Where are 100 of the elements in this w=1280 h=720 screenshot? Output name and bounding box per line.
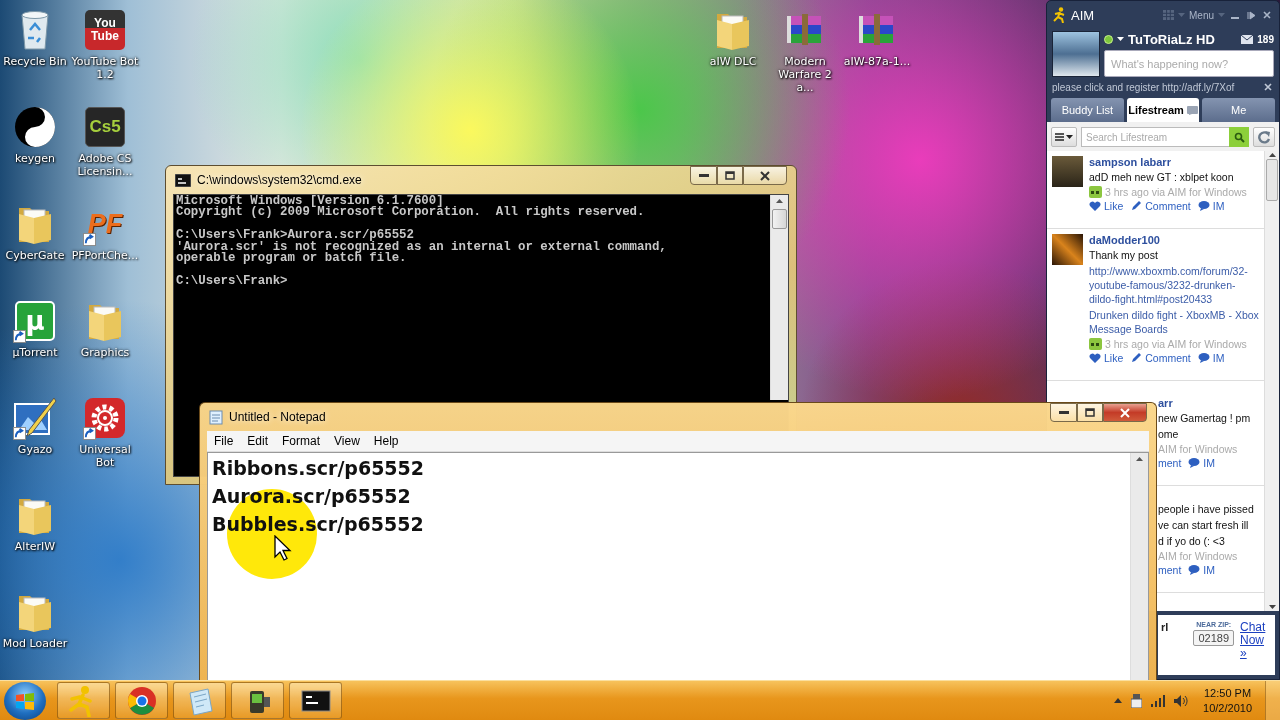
- close-icon: [1263, 11, 1271, 19]
- post-link[interactable]: Drunken dildo fight - XboxMB - Xbox Message Boards: [1089, 308, 1259, 336]
- scrollbar[interactable]: [1130, 453, 1148, 680]
- close-button[interactable]: [1103, 403, 1147, 422]
- heart-icon: [1089, 352, 1101, 364]
- close-button[interactable]: [1261, 9, 1273, 21]
- author-name[interactable]: daModder100: [1089, 234, 1259, 246]
- icon-label: Adobe CS Licensin...: [76, 152, 134, 179]
- link-text: Like: [1104, 352, 1124, 364]
- console-line: operable program or batch file.: [176, 253, 408, 265]
- post-text: adD meh new GT : xblpet koon: [1089, 170, 1235, 184]
- minimize-icon: [1231, 17, 1239, 19]
- post-text: ome: [1158, 427, 1180, 441]
- caret-icon: [1178, 13, 1185, 17]
- search-field[interactable]: Search Lifestream: [1081, 127, 1229, 147]
- app-badge-icon: [1089, 338, 1102, 350]
- action-link[interactable]: ment: [1158, 564, 1182, 576]
- menu-item[interactable]: Format: [275, 434, 328, 448]
- close-button[interactable]: [743, 166, 787, 185]
- windows-flag-icon: [15, 691, 35, 710]
- pencil-icon: [1130, 200, 1143, 212]
- heart-link[interactable]: Like: [1089, 352, 1124, 364]
- menu-item[interactable]: Edit: [240, 434, 276, 448]
- tab[interactable]: Lifestream: [1126, 98, 1200, 122]
- chat-icon: [1186, 105, 1198, 115]
- status-field[interactable]: What's happening now?: [1104, 50, 1274, 77]
- scrollbar[interactable]: [1264, 151, 1279, 611]
- close-icon: [760, 170, 770, 181]
- icon-label: Universal Bot: [78, 443, 132, 470]
- app-logo-icon: µ: [15, 301, 55, 341]
- post-text: new Gamertag ! pm: [1158, 411, 1252, 425]
- menu-item[interactable]: File: [207, 434, 241, 448]
- show-desktop-button[interactable]: [1265, 680, 1280, 720]
- dismiss-button[interactable]: [1262, 81, 1274, 93]
- speech-bubble-link[interactable]: IM: [1197, 200, 1225, 212]
- author-name[interactable]: arr: [1158, 397, 1259, 409]
- pencil-link[interactable]: Comment: [1130, 200, 1191, 212]
- icon-label: keygen: [15, 152, 55, 166]
- post-meta: 3 hrs ago via AIM for Windows: [1105, 338, 1247, 350]
- clock-date: 10/2/2010: [1203, 700, 1252, 716]
- minimize-button[interactable]: [1050, 403, 1077, 422]
- mouse-pointer-icon: [274, 535, 292, 561]
- heart-link[interactable]: Like: [1089, 200, 1124, 212]
- speech-bubble-link[interactable]: IM: [1197, 352, 1225, 364]
- post-text: people i have pissed: [1158, 502, 1255, 516]
- envelope-icon: [1241, 34, 1254, 44]
- maximize-button[interactable]: [717, 166, 743, 185]
- menu-item[interactable]: Help: [366, 434, 406, 448]
- console-line: C:\Users\Frank>Aurora.scr/p65552: [176, 230, 415, 242]
- icon-label: PFPortChe...: [71, 249, 139, 263]
- icon-label: Graphics: [80, 346, 130, 360]
- post-link[interactable]: http://www.xboxmb.com/forum/32-youtube-famous/3232-drunken-dildo-fight.html#post20433: [1089, 264, 1259, 306]
- zip-field[interactable]: 02189: [1193, 630, 1234, 646]
- minimize-icon: [698, 174, 709, 177]
- device-icon: [1131, 693, 1143, 708]
- minimize-button[interactable]: [690, 166, 717, 185]
- console-line: C:\Users\Frank>: [176, 275, 289, 288]
- icon-label: aIW-87a-1...: [843, 55, 911, 69]
- taskbar-button[interactable]: [231, 682, 284, 719]
- notepad-icon: [209, 409, 223, 425]
- gear-icon: [83, 396, 127, 440]
- menu-button[interactable]: Menu: [1189, 9, 1214, 21]
- pencil-link[interactable]: Comment: [1130, 352, 1191, 364]
- maximize-icon: [1085, 408, 1095, 417]
- action-link[interactable]: ment: [1158, 457, 1182, 469]
- notice-text: please click and register http://adf.ly/7Xof: [1052, 81, 1236, 93]
- chat-link[interactable]: Chat Now »: [1240, 621, 1272, 669]
- tab[interactable]: Me: [1202, 98, 1275, 122]
- scrollbar[interactable]: [770, 195, 788, 400]
- scroll-thumb[interactable]: [772, 209, 787, 229]
- author-name[interactable]: sampson labarr: [1089, 156, 1259, 168]
- speech-bubble-icon: [1188, 564, 1201, 576]
- speech-bubble-link[interactable]: IM: [1188, 457, 1215, 469]
- icon-label: Modern Warfare 2 a...: [777, 55, 833, 95]
- app-logo-icon: You Tube: [85, 10, 125, 50]
- app-brand: AIM: [1071, 7, 1095, 23]
- clock[interactable]: 12:50 PM 10/2/2010: [1203, 685, 1252, 716]
- search-button[interactable]: [1229, 127, 1249, 147]
- window-title: C:\windows\system32\cmd.exe: [197, 173, 362, 187]
- filter-button[interactable]: [1051, 127, 1077, 147]
- refresh-button[interactable]: [1253, 127, 1275, 147]
- text-line: Ribbons.scr/p65552: [212, 456, 426, 481]
- link-text: IM: [1212, 352, 1225, 364]
- console-icon: [175, 173, 191, 187]
- start-button[interactable]: [4, 681, 46, 720]
- taskbar-button[interactable]: [289, 682, 342, 719]
- menu-item[interactable]: View: [327, 434, 367, 448]
- speech-bubble-icon: [1197, 352, 1210, 364]
- maximize-button[interactable]: [1077, 403, 1103, 422]
- tab[interactable]: Buddy List: [1051, 98, 1124, 122]
- post-text: ve can start fresh ill: [1158, 518, 1250, 532]
- close-icon: [1264, 83, 1272, 91]
- console-line: 'Aurora.scr' is not recognized as an internal or external command,: [176, 241, 668, 253]
- scroll-thumb[interactable]: [1266, 159, 1278, 201]
- speech-bubble-link[interactable]: IM: [1188, 564, 1215, 576]
- icon-label: AlterIW: [14, 540, 56, 554]
- post-meta: AIM for Windows: [1158, 550, 1238, 562]
- icon-label: aIW DLC: [709, 55, 757, 69]
- pin-button[interactable]: [1245, 8, 1257, 22]
- link-text: Comment: [1145, 352, 1191, 364]
